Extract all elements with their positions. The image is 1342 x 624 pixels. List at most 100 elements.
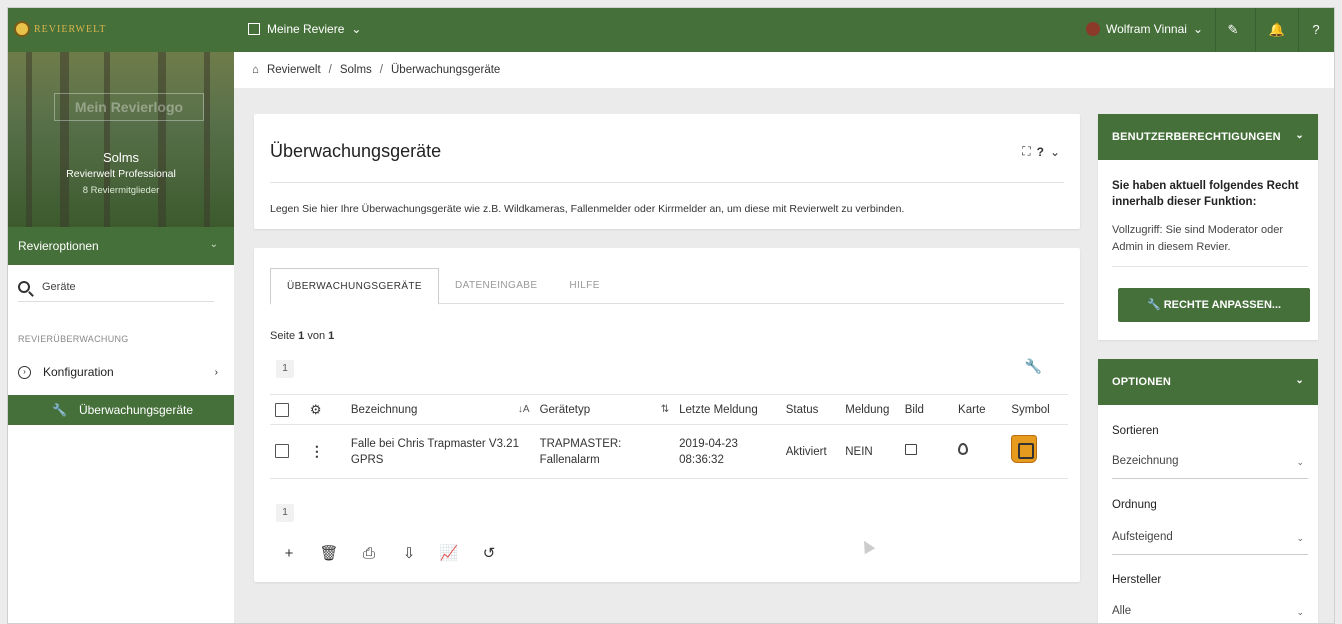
revieroptionen-toggle[interactable]: Revieroptionen ⌄ (8, 227, 234, 265)
more-vertical-icon[interactable]: ⋮ (310, 443, 324, 459)
cell-geraetetyp: TRAPMASTER: Fallenalarm (534, 424, 675, 479)
order-value: Aufsteigend (1112, 531, 1173, 543)
app-logo[interactable]: REVIERWELT (14, 21, 106, 37)
help-icon[interactable]: ? (1306, 20, 1326, 40)
revier-members: 8 Reviermitglieder (82, 185, 160, 196)
chat-icon[interactable]: ✎ (1223, 20, 1243, 40)
pager-top-page[interactable]: 1 (276, 360, 294, 378)
devices-table: ⚙ Bezeichnung ↓A Gerätetyp ⇅ Letzte Meldun… (270, 394, 1068, 479)
search-label: Geräte (42, 280, 76, 293)
pager-bottom-page[interactable]: 1 (276, 504, 294, 522)
maker-value: Alle (1112, 605, 1132, 617)
cell-status: Aktiviert (780, 424, 841, 479)
row-checkbox[interactable] (275, 444, 289, 459)
column-label: Bezeichnung (350, 403, 418, 416)
export-icon[interactable]: ⇩ (398, 544, 420, 562)
page-info-of: von (307, 330, 326, 342)
search-icon (18, 280, 30, 293)
section-label: REVIERÜBERWACHUNG (18, 334, 129, 344)
column-header-symbol: Symbol (1006, 394, 1068, 425)
select-all-cell (270, 394, 305, 425)
chart-icon[interactable]: 📈 (438, 544, 460, 562)
user-menu[interactable]: Wolfram Vinnai ⌄ (1086, 22, 1203, 36)
options-header[interactable]: OPTIONEN ⌄ (1098, 359, 1318, 405)
sidebar-item-label: Überwachungsgeräte (78, 403, 194, 417)
column-label: Meldung (845, 403, 890, 416)
chevron-down-icon: ⌄ (1296, 457, 1304, 467)
sort-value: Bezeichnung (1112, 455, 1179, 467)
refresh-icon[interactable]: ↺ (478, 544, 500, 562)
revier-hero-image: Mein Revierlogo Solms Revierwelt Profess… (8, 52, 234, 227)
help-icon[interactable]: ? (1037, 145, 1044, 159)
divider (1255, 8, 1256, 52)
revier-logo-placeholder: Mein Revierlogo (54, 93, 204, 121)
permissions-summary: Sie haben aktuell folgendes Recht innerh… (1112, 180, 1299, 208)
sidebar-item-label: Konfiguration (43, 365, 114, 379)
delete-icon[interactable]: 🗑 (318, 544, 340, 562)
breadcrumb-item[interactable]: Revierwelt (267, 64, 321, 76)
cell-bezeichnung: Falle bei Chris Trapmaster V3.21 GPRS (345, 424, 535, 479)
permissions-detail: Vollzugriff: Sie sind Moderator oder Adm… (1112, 224, 1283, 253)
sidebar-item-ueberwachungsgeraete[interactable]: 🔧 Überwachungsgeräte (8, 395, 234, 425)
column-header-bezeichnung[interactable]: Bezeichnung ↓A (345, 394, 535, 425)
bell-icon[interactable]: 🔔 (1267, 20, 1287, 40)
sort-select[interactable]: Bezeichnung ⌄ (1112, 455, 1308, 479)
chevron-down-icon: ⌄ (351, 22, 362, 36)
button-label: RECHTE ANPASSEN... (1163, 299, 1282, 311)
sort-az-icon[interactable]: ↓A (518, 404, 530, 415)
title-card: Überwachungsgeräte ⛶ ? ⌄ Legen Sie hier … (254, 114, 1080, 229)
cell-karte (953, 424, 1007, 479)
device-name-line2: GPRS (350, 453, 384, 466)
chevron-down-icon: ⌄ (1296, 607, 1304, 617)
permissions-header[interactable]: BENUTZERBERECHTIGUNGEN ⌄ (1098, 114, 1318, 160)
app-window: REVIERWELT Meine Reviere ⌄ Wolfram Vinna… (7, 7, 1335, 624)
breadcrumb-item[interactable]: Solms (340, 64, 372, 76)
trap-symbol-icon[interactable] (1011, 435, 1038, 463)
rechte-anpassen-button[interactable]: 🔧 RECHTE ANPASSEN... (1118, 288, 1310, 322)
divider (1298, 8, 1299, 52)
print-icon[interactable]: ⎙ (358, 545, 380, 562)
cell-symbol (1006, 424, 1068, 479)
sidebar-item-konfiguration[interactable]: › Konfiguration › (18, 360, 218, 384)
wrench-icon: 🔧 (1146, 299, 1161, 311)
meine-reviere-label: Meine Reviere (267, 22, 345, 36)
divider (1215, 8, 1216, 52)
table-row[interactable]: ⋮ Falle bei Chris Trapmaster V3.21 GPRS T… (270, 424, 1068, 479)
tab-hilfe[interactable]: HILFE (553, 268, 615, 304)
fullscreen-icon[interactable]: ⛶ (1022, 144, 1030, 159)
tab-bar: ÜBERWACHUNGSGERÄTE DATENEINGABE HILFE (270, 268, 1064, 305)
map-pin-icon[interactable] (958, 443, 969, 455)
chevron-down-icon: ⌄ (209, 239, 218, 250)
action-toolbar: + 🗑 ⎙ ⇩ 📈 ↺ (278, 544, 500, 563)
chevron-down-icon: ⌄ (1192, 22, 1203, 36)
top-navbar: REVIERWELT Meine Reviere ⌄ Wolfram Vinna… (8, 8, 1334, 52)
sort-icon[interactable]: ⇅ (661, 404, 669, 415)
maker-select[interactable]: Alle ⌄ (1112, 605, 1308, 623)
column-header-meldung[interactable]: Meldung (840, 394, 900, 425)
chevron-down-icon[interactable]: ⌄ (1050, 145, 1060, 159)
wrench-icon[interactable]: 🔧 (1025, 358, 1042, 375)
home-icon[interactable]: ⌂ (252, 64, 259, 76)
breadcrumb-separator: / (379, 64, 383, 76)
order-select[interactable]: Aufsteigend ⌄ (1112, 531, 1308, 555)
meine-reviere-menu[interactable]: Meine Reviere ⌄ (248, 22, 361, 36)
logo-icon (14, 21, 30, 37)
add-icon[interactable]: + (278, 545, 300, 562)
select-all-checkbox[interactable] (275, 402, 289, 417)
image-icon[interactable] (904, 443, 917, 455)
gear-icon[interactable]: ⚙ (310, 402, 322, 417)
options-title: OPTIONEN (1112, 376, 1172, 388)
divider (270, 182, 1064, 183)
cell-bild (899, 424, 954, 479)
column-label: Symbol (1011, 403, 1050, 416)
tab-ueberwachungsgeraete[interactable]: ÜBERWACHUNGSGERÄTE (270, 268, 439, 305)
column-header-letzte-meldung[interactable]: Letzte Meldung (674, 394, 781, 425)
page-info-prefix: Seite (270, 330, 296, 342)
sidebar-search-geraete[interactable]: Geräte (18, 272, 214, 302)
divider (1112, 266, 1308, 267)
chevron-circle-icon: › (18, 365, 31, 379)
column-header-geraetetyp[interactable]: Gerätetyp ⇅ (534, 394, 675, 425)
order-label: Ordnung (1112, 499, 1157, 511)
tab-dateneingabe[interactable]: DATENEINGABE (439, 268, 553, 304)
column-header-status[interactable]: Status (780, 394, 841, 425)
